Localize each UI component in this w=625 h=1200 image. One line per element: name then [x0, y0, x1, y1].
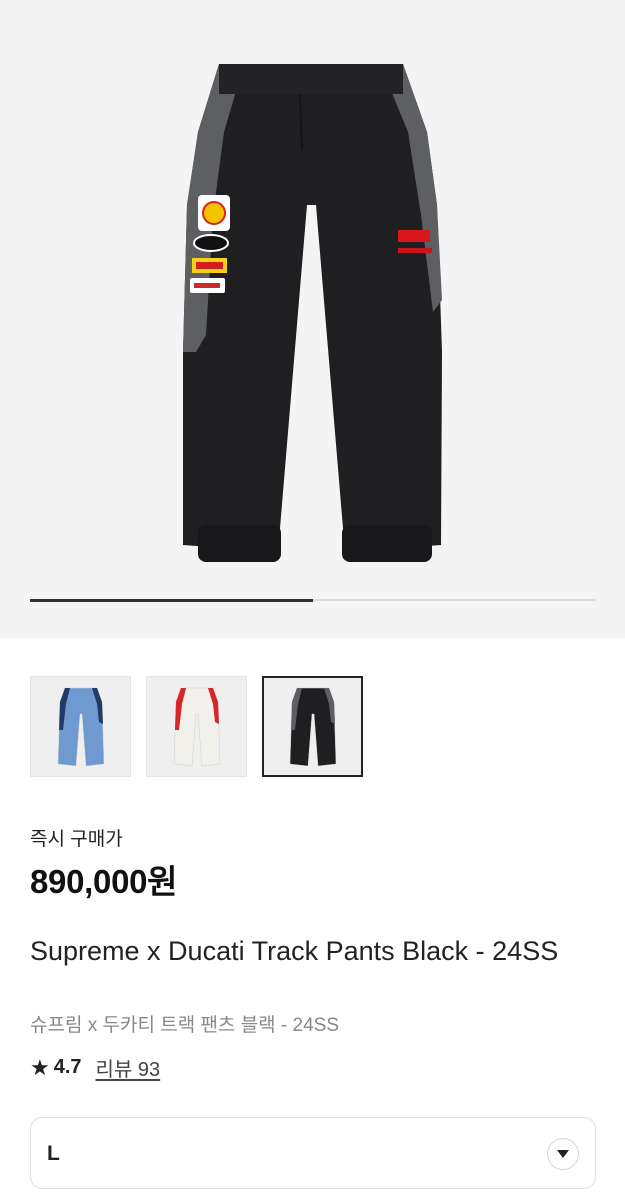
- product-image-gallery[interactable]: [0, 0, 625, 638]
- gallery-progress-fill: [30, 598, 313, 602]
- black-track-pants-thumbnail[interactable]: [262, 676, 363, 777]
- waistband: [219, 64, 403, 94]
- black-track-pants-photo: [183, 64, 442, 562]
- blue-track-pants-thumbnail[interactable]: [30, 676, 131, 777]
- size-select[interactable]: L: [30, 1117, 596, 1189]
- rating-row: ★ 4.7 리뷰 93: [30, 1053, 160, 1082]
- size-value: L: [47, 1142, 60, 1165]
- buy-now-label: 즉시 구매가: [30, 829, 123, 850]
- arai-patch: [193, 234, 229, 252]
- review-count-link[interactable]: 리뷰 93: [96, 1053, 161, 1082]
- right-cuff: [342, 525, 432, 562]
- chevron-down-icon[interactable]: [547, 1138, 579, 1170]
- gallery-progress-bar: [30, 598, 596, 602]
- white-track-pants-thumbnail[interactable]: [146, 676, 247, 777]
- price: 890,000원: [30, 863, 178, 900]
- track-pants-icon: [57, 687, 104, 766]
- supreme-patch: [398, 230, 430, 242]
- star-icon: ★: [30, 1054, 50, 1080]
- thumbnail-list: [30, 676, 363, 777]
- product-subtitle: 슈프림 x 두카티 트랙 팬츠 블랙 - 24SS: [30, 1015, 340, 1036]
- track-pants-icon: [173, 687, 220, 766]
- product-title: Supreme x Ducati Track Pants Black - 24S…: [30, 936, 559, 966]
- track-pants-icon: [289, 687, 336, 766]
- rating-value: 4.7: [53, 1056, 82, 1078]
- left-cuff: [198, 525, 281, 562]
